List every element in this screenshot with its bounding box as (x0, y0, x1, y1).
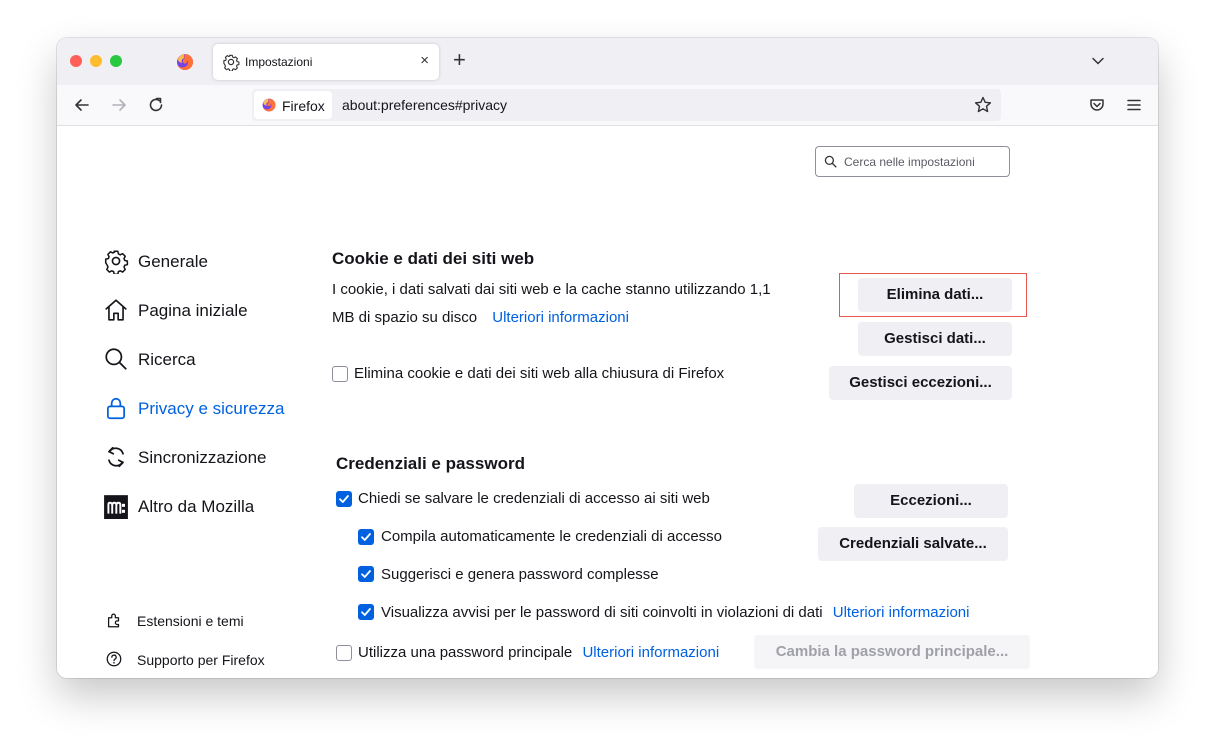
tab-close-icon[interactable]: × (420, 52, 429, 70)
forward-arrow-icon[interactable] (109, 95, 129, 115)
clear-data-button[interactable]: Elimina dati... (858, 278, 1012, 312)
breach-alerts-label: Visualizza avvisi per le password di sit… (381, 604, 823, 621)
change-primary-password-button[interactable]: Cambia la password principale... (754, 635, 1030, 669)
breach-learn-more-link[interactable]: Ulteriori informazioni (833, 604, 970, 621)
pinned-tab[interactable] (175, 52, 195, 72)
checkmark-icon (361, 533, 371, 541)
saved-logins-button[interactable]: Credenziali salvate... (818, 527, 1008, 561)
autofill-logins-checkbox[interactable] (358, 529, 374, 545)
home-icon (105, 299, 127, 321)
cookies-usage-text: MB di spazio su disco (332, 309, 478, 326)
manage-data-button[interactable]: Gestisci dati... (858, 322, 1012, 356)
sidebar-item-label: Altro da Mozilla (138, 497, 255, 516)
back-arrow-icon[interactable] (72, 95, 92, 115)
cookies-description-line1: I cookie, i dati salvati dai siti web e … (332, 281, 771, 298)
ask-save-logins-label: Chiedi se salvare le credenziali di acce… (358, 490, 710, 507)
firefox-logo-icon (262, 98, 276, 112)
search-input[interactable] (842, 151, 1006, 173)
ask-save-logins-checkbox[interactable] (336, 491, 352, 507)
sidebar-item-label: Pagina iniziale (138, 301, 248, 320)
minimize-window-button[interactable] (90, 55, 102, 67)
chevron-down-icon[interactable] (1090, 53, 1106, 69)
lock-icon (107, 397, 125, 420)
new-tab-button[interactable]: + (453, 49, 466, 71)
checkmark-icon (361, 608, 371, 616)
primary-password-checkbox[interactable] (336, 645, 352, 661)
suggest-passwords-label: Suggerisci e genera password complesse (381, 566, 659, 583)
identity-box[interactable]: Firefox (254, 91, 332, 119)
delete-on-close-label: Elimina cookie e dati dei siti web alla … (354, 365, 725, 382)
browser-window: Impostazioni × + Firefox about:preferenc… (57, 38, 1158, 678)
url-text[interactable]: about:preferences#privacy (342, 97, 507, 113)
checkmark-icon (361, 570, 371, 578)
firefox-logo-icon (177, 53, 194, 70)
logins-exceptions-button[interactable]: Eccezioni... (854, 484, 1008, 518)
gear-icon (104, 250, 129, 274)
suggest-passwords-checkbox[interactable] (358, 566, 374, 582)
sidebar-link-label: Estensioni e temi (137, 613, 244, 629)
sidebar-item-label: Privacy e sicurezza (138, 399, 285, 418)
breach-alerts-checkbox[interactable] (358, 604, 374, 620)
settings-search[interactable] (815, 146, 1010, 177)
navigation-toolbar: Firefox about:preferences#privacy (57, 85, 1158, 126)
tab-settings[interactable]: Impostazioni × (213, 44, 439, 80)
puzzle-icon (107, 613, 120, 628)
autofill-logins-label: Compila automaticamente le credenziali d… (381, 528, 723, 545)
address-bar[interactable]: Firefox about:preferences#privacy (252, 89, 1001, 121)
passwords-section-title: Credenziali e password (336, 454, 525, 473)
menu-icon[interactable] (1124, 95, 1144, 115)
identity-label: Firefox (282, 98, 325, 114)
help-icon (106, 651, 122, 667)
sidebar-item-label: Ricerca (138, 350, 196, 369)
zoom-window-button[interactable] (110, 55, 122, 67)
primary-password-label: Utilizza una password principale (358, 644, 573, 661)
sidebar-item-label: Generale (138, 252, 208, 271)
close-window-button[interactable] (70, 55, 82, 67)
primary-learn-more-link[interactable]: Ulteriori informazioni (582, 644, 719, 661)
tab-bar: Impostazioni × + (57, 38, 1158, 85)
search-icon (105, 348, 127, 370)
breach-alerts-row: Visualizza avvisi per le password di sit… (381, 604, 969, 621)
bookmark-star-icon[interactable] (973, 95, 993, 115)
reload-icon[interactable] (146, 95, 166, 115)
cookies-learn-more-link[interactable]: Ulteriori informazioni (492, 309, 629, 326)
cookies-description-line2: MB di spazio su disco Ulteriori informaz… (332, 309, 629, 326)
cookies-section-title: Cookie e dati dei siti web (332, 249, 535, 268)
primary-password-row: Utilizza una password principale Ulterio… (358, 644, 719, 661)
pocket-icon[interactable] (1087, 95, 1107, 115)
mozilla-icon (104, 495, 128, 519)
sidebar-link-label: Supporto per Firefox (137, 652, 265, 668)
delete-on-close-checkbox[interactable] (332, 366, 348, 382)
preferences-page: Generale Pagina iniziale Ricerca Privacy… (57, 126, 1158, 678)
tab-title: Impostazioni (245, 55, 313, 69)
sidebar-item-label: Sincronizzazione (138, 448, 267, 467)
manage-exceptions-button[interactable]: Gestisci eccezioni... (829, 366, 1012, 400)
checkmark-icon (339, 495, 349, 503)
sync-icon (108, 446, 124, 468)
search-icon (824, 155, 837, 168)
gear-icon (223, 54, 240, 71)
